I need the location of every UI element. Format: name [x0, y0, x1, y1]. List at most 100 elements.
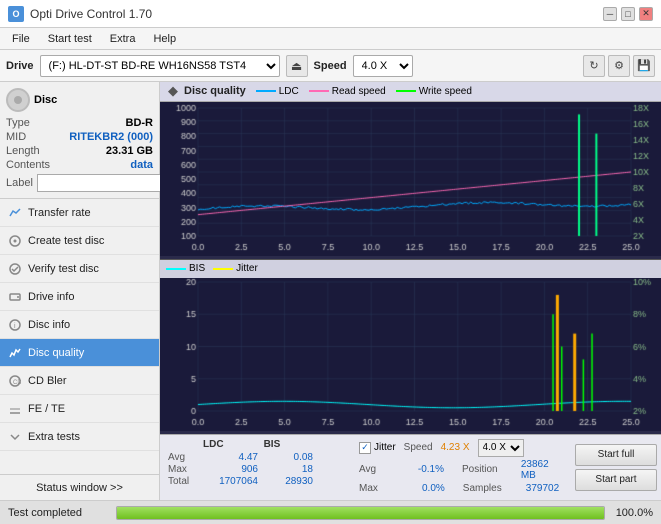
total-label: Total — [168, 476, 203, 487]
total-ldc: 1707064 — [203, 476, 258, 487]
sidebar-item-verify-test-disc[interactable]: Verify test disc — [0, 255, 159, 283]
jitter-check[interactable]: ✓ Jitter — [359, 442, 396, 454]
avg-jitter-label: Avg — [359, 464, 410, 475]
disc-quality-icon — [8, 346, 22, 360]
total-row: Total 1707064 28930 — [168, 476, 343, 487]
charts-container: BIS Jitter — [160, 102, 661, 434]
type-value: BD-R — [57, 116, 153, 130]
eject-button[interactable]: ⏏ — [286, 55, 308, 77]
read-speed-color — [309, 90, 329, 92]
ldc-header: LDC — [203, 439, 224, 450]
close-button[interactable]: ✕ — [639, 7, 653, 21]
write-speed-color — [396, 90, 416, 92]
bis-label: BIS — [189, 263, 205, 274]
disc-label: Disc — [34, 94, 57, 106]
fe-te-icon — [8, 402, 22, 416]
jitter-checkbox[interactable]: ✓ — [359, 442, 371, 454]
sidebar-item-disc-quality[interactable]: Disc quality — [0, 339, 159, 367]
create-disc-icon — [8, 234, 22, 248]
jitter-label: Jitter — [236, 263, 258, 274]
avg-ldc: 4.47 — [203, 452, 258, 463]
disc-icon — [6, 88, 30, 112]
content-area: ◆ Disc quality LDC Read speed Write spee… — [160, 82, 661, 500]
content-title: Disc quality — [184, 85, 246, 97]
bis-header: BIS — [264, 439, 281, 450]
speed-select[interactable]: 4.0 X 1.0 X 2.0 X 6.0 X 8.0 X — [353, 55, 413, 77]
drive-icon-buttons: ↻ ⚙ 💾 — [583, 55, 655, 77]
sidebar-item-extra-tests[interactable]: Extra tests — [0, 423, 159, 451]
length-label: Length — [6, 144, 57, 158]
drive-info-icon — [8, 290, 22, 304]
status-window-button[interactable]: Status window >> — [0, 474, 159, 500]
menu-extra[interactable]: Extra — [102, 31, 144, 47]
menu-start-test[interactable]: Start test — [40, 31, 100, 47]
legend-jitter: Jitter — [213, 263, 258, 274]
progress-track — [116, 506, 605, 520]
sidebar-item-create-test-disc[interactable]: Create test disc — [0, 227, 159, 255]
menu-file[interactable]: File — [4, 31, 38, 47]
maximize-button[interactable]: □ — [621, 7, 635, 21]
drive-label: Drive — [6, 60, 34, 72]
avg-label: Avg — [168, 452, 203, 463]
start-full-button[interactable]: Start full — [575, 444, 657, 466]
read-speed-label: Read speed — [332, 86, 386, 97]
label-row: Label 🔍 — [6, 174, 153, 192]
refresh-button[interactable]: ↻ — [583, 55, 605, 77]
length-value: 23.31 GB — [57, 144, 153, 158]
legend-ldc: LDC — [256, 86, 299, 97]
speed-stat-label: Speed — [404, 442, 433, 453]
sidebar-item-fe-te[interactable]: FE / TE — [0, 395, 159, 423]
max-jitter-row: Max 0.0% Samples 379702 — [359, 483, 563, 494]
stats-panel: LDC BIS Avg 4.47 0.08 Max 906 18 Total 1… — [160, 434, 661, 500]
ldc-label: LDC — [279, 86, 299, 97]
bottom-chart-canvas — [160, 278, 661, 431]
progress-percent: 100.0% — [613, 507, 653, 519]
label-field-label: Label — [6, 177, 33, 189]
speed-label: Speed — [314, 60, 347, 72]
position-value: 23862 MB — [521, 459, 563, 481]
chart-legend: LDC Read speed Write speed — [256, 86, 472, 97]
save-button[interactable]: 💾 — [633, 55, 655, 77]
sidebar-item-drive-info[interactable]: Drive info — [0, 283, 159, 311]
contents-label: Contents — [6, 158, 57, 172]
svg-text:i: i — [14, 323, 16, 330]
sidebar-item-cd-bler[interactable]: CD CD Bler — [0, 367, 159, 395]
svg-text:CD: CD — [13, 380, 21, 386]
sidebar-item-transfer-rate[interactable]: Transfer rate — [0, 199, 159, 227]
minimize-button[interactable]: ─ — [603, 7, 617, 21]
cd-bler-icon: CD — [8, 374, 22, 388]
avg-jitter-row: Avg -0.1% Position 23862 MB — [359, 459, 563, 481]
progress-fill — [117, 507, 604, 519]
title-bar-controls: ─ □ ✕ — [603, 7, 653, 21]
max-bis: 18 — [258, 464, 313, 475]
jitter-row: ✓ Jitter Speed 4.23 X 4.0 X — [359, 439, 563, 457]
ldc-color — [256, 90, 276, 92]
bottom-legend-bar: BIS Jitter — [160, 260, 661, 278]
content-header: ◆ Disc quality LDC Read speed Write spee… — [160, 82, 661, 102]
extra-tests-icon — [8, 430, 22, 444]
mid-label: MID — [6, 130, 57, 144]
settings-button[interactable]: ⚙ — [608, 55, 630, 77]
label-input[interactable] — [37, 174, 175, 192]
jitter-label-stat: Jitter — [374, 442, 396, 453]
avg-jitter: -0.1% — [418, 464, 444, 475]
menu-help[interactable]: Help — [145, 31, 184, 47]
drive-select[interactable]: (F:) HL-DT-ST BD-RE WH16NS58 TST4 — [40, 55, 280, 77]
stats-main: LDC BIS Avg 4.47 0.08 Max 906 18 Total 1… — [160, 435, 351, 500]
drive-bar: Drive (F:) HL-DT-ST BD-RE WH16NS58 TST4 … — [0, 50, 661, 82]
samples-value: 379702 — [526, 483, 559, 494]
action-buttons: Start full Start part — [571, 435, 661, 500]
nav-list: Transfer rate Create test disc Verify te… — [0, 199, 159, 474]
max-ldc: 906 — [203, 464, 258, 475]
menu-bar: File Start test Extra Help — [0, 28, 661, 50]
progress-bar-container: Test completed 100.0% — [0, 500, 661, 524]
start-part-button[interactable]: Start part — [575, 469, 657, 491]
max-row: Max 906 18 — [168, 464, 343, 475]
check-mark: ✓ — [361, 442, 369, 453]
top-chart — [160, 102, 661, 260]
contents-value: data — [57, 158, 153, 172]
sidebar-item-disc-info[interactable]: i Disc info — [0, 311, 159, 339]
main-layout: Disc Type BD-R MID RITEKBR2 (000) Length… — [0, 82, 661, 500]
speed-stat-select[interactable]: 4.0 X — [478, 439, 524, 457]
mid-value: RITEKBR2 (000) — [57, 130, 153, 144]
